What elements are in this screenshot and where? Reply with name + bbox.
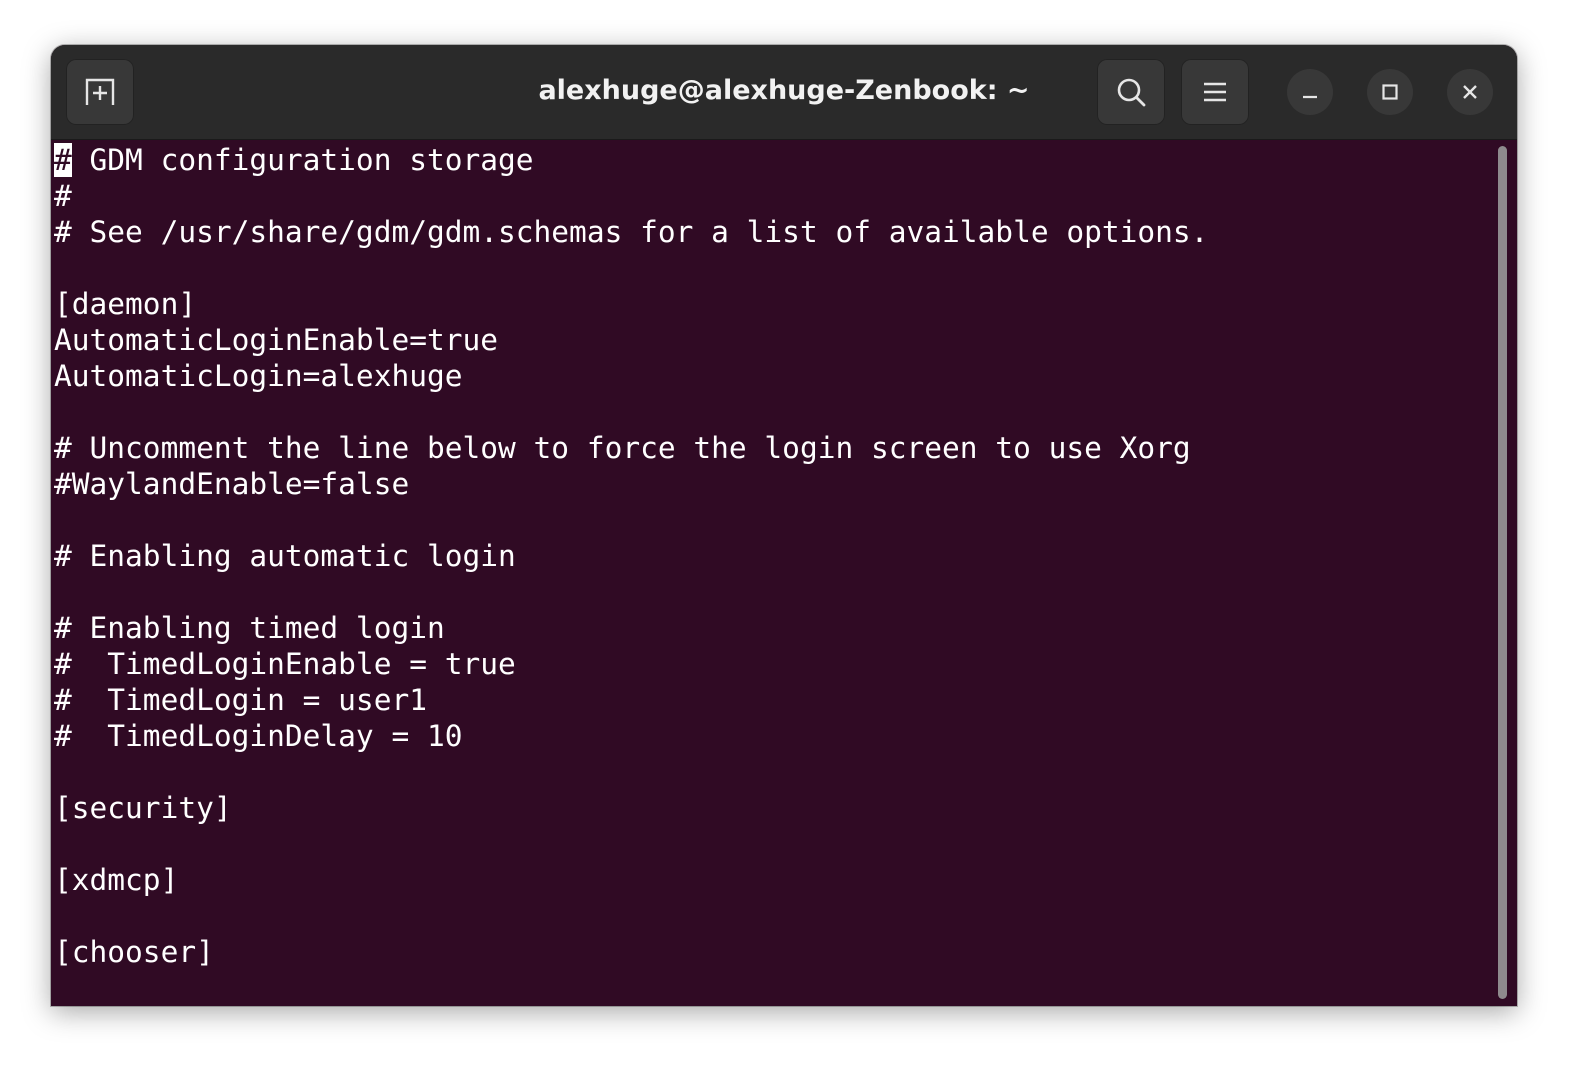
terminal-line: # <box>54 179 72 213</box>
scrollbar[interactable] <box>1498 146 1507 999</box>
terminal-line: AutomaticLogin=alexhuge <box>54 359 463 393</box>
terminal-line: # TimedLoginEnable = true <box>54 647 516 681</box>
terminal-line: # See /usr/share/gdm/gdm.schemas for a l… <box>54 215 1209 249</box>
terminal-window: alexhuge@alexhuge-Zenbook: ~ # GDM confi… <box>51 45 1517 1006</box>
terminal-line: [xdmcp] <box>54 863 179 897</box>
terminal-line: [daemon] <box>54 287 197 321</box>
terminal-content[interactable]: # GDM configuration storage # # See /usr… <box>51 140 1491 1006</box>
close-icon <box>1463 85 1477 99</box>
minimize-icon <box>1303 95 1317 99</box>
menu-button[interactable] <box>1181 59 1249 125</box>
minimize-button[interactable] <box>1287 69 1333 115</box>
terminal-line: # TimedLoginDelay = 10 <box>54 719 463 753</box>
terminal-line: AutomaticLoginEnable=true <box>54 323 499 357</box>
header-bar[interactable]: alexhuge@alexhuge-Zenbook: ~ <box>51 45 1517 140</box>
maximize-button[interactable] <box>1367 69 1413 115</box>
terminal-line: # Enabling automatic login <box>54 539 516 573</box>
terminal-line: # Uncomment the line below to force the … <box>54 431 1191 465</box>
maximize-icon <box>1382 84 1398 100</box>
terminal-line: [chooser] <box>54 935 214 969</box>
close-button[interactable] <box>1447 69 1493 115</box>
search-icon <box>1117 78 1146 107</box>
terminal-line: #WaylandEnable=false <box>54 467 410 501</box>
terminal-line: [security] <box>54 791 232 825</box>
terminal-line: # Enabling timed login <box>54 611 445 645</box>
terminal-line: # TimedLogin = user1 <box>54 683 427 717</box>
hamburger-menu-icon <box>1204 82 1226 102</box>
text-cursor: # <box>54 143 72 177</box>
terminal-line: # GDM configuration storage <box>54 143 534 177</box>
search-button[interactable] <box>1097 59 1165 125</box>
